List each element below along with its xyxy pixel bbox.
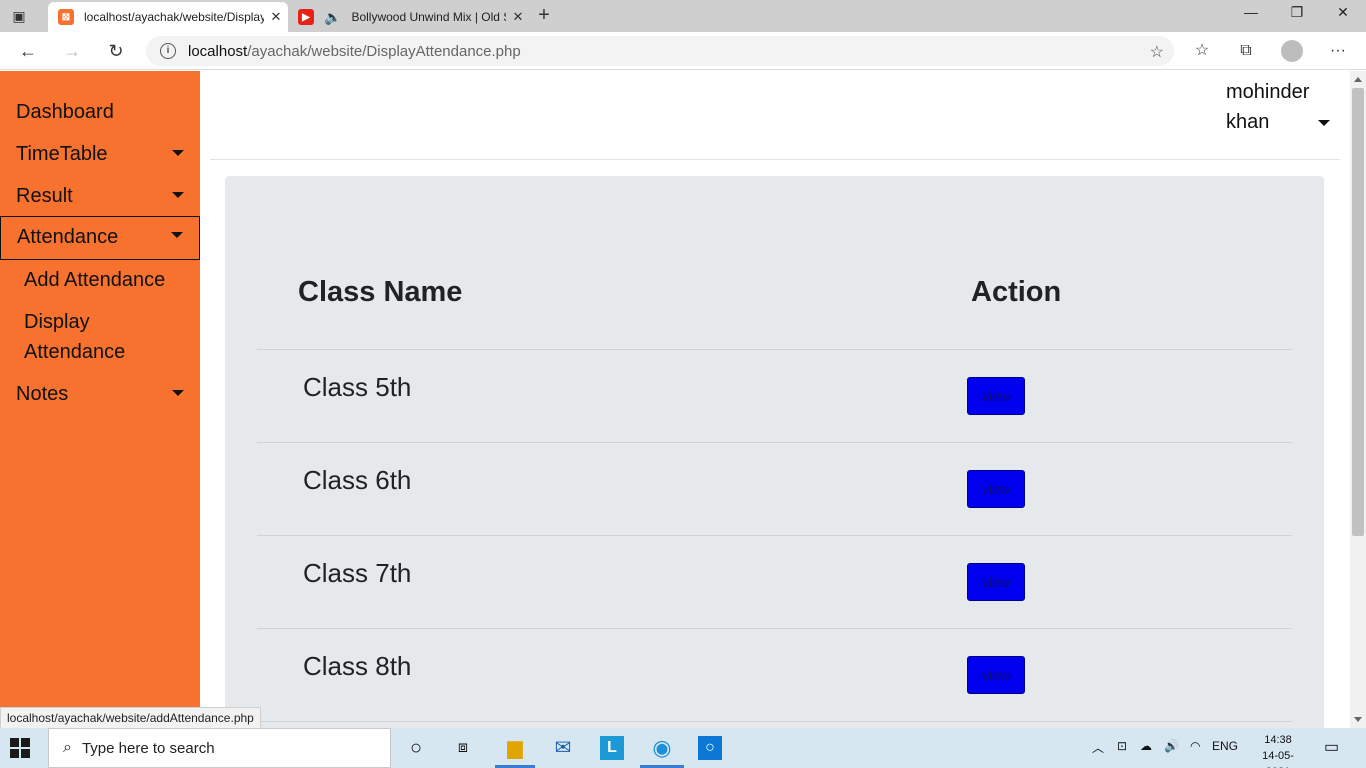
tab-title: localhost/ayachak/website/DisplayAttenda… bbox=[84, 10, 264, 24]
row-divider bbox=[257, 442, 1292, 443]
sidebar-subitem-display-attendance[interactable]: Display Attendance bbox=[24, 307, 144, 367]
mail-icon[interactable]: ✉ bbox=[549, 734, 577, 762]
onedrive-icon[interactable]: ☁ bbox=[1140, 739, 1152, 753]
page-content: Dashboard TimeTable Result Attendance Ad… bbox=[0, 71, 1350, 728]
scrollbar-thumb[interactable] bbox=[1352, 88, 1364, 536]
row-divider bbox=[257, 721, 1292, 722]
view-button[interactable]: view bbox=[967, 656, 1025, 694]
speaker-icon[interactable]: 🔈 bbox=[324, 9, 341, 26]
back-icon[interactable]: ← bbox=[14, 39, 42, 63]
user-menu[interactable]: mohinder khan bbox=[1226, 77, 1346, 137]
scroll-up-icon[interactable] bbox=[1354, 77, 1362, 82]
tab-title: Bollywood Unwind Mix | Old Songs bbox=[351, 10, 506, 24]
network-icon[interactable]: ◠ bbox=[1190, 739, 1200, 753]
user-first-name: mohinder bbox=[1226, 81, 1310, 103]
taskbar-search[interactable]: ⌕ Type here to search bbox=[48, 728, 391, 768]
volume-icon[interactable]: 🔊 bbox=[1164, 739, 1179, 753]
minimize-icon[interactable]: — bbox=[1228, 4, 1274, 26]
clock-time: 14:38 bbox=[1264, 734, 1292, 746]
sidebar-item-label: Result bbox=[16, 185, 73, 207]
class-name-cell: Class 6th bbox=[303, 465, 412, 495]
tab-display-attendance[interactable]: ⊠ localhost/ayachak/website/DisplayAtten… bbox=[48, 2, 288, 32]
close-window-icon[interactable]: ✕ bbox=[1320, 4, 1366, 26]
language-indicator[interactable]: ENG bbox=[1212, 739, 1238, 753]
sidebar-item-timetable[interactable]: TimeTable bbox=[0, 133, 200, 175]
l-app-icon[interactable]: L bbox=[600, 736, 624, 760]
caret-down-icon bbox=[171, 232, 183, 238]
notifications-icon[interactable]: ▭ bbox=[1324, 737, 1339, 757]
youtube-favicon-icon: ▶ bbox=[298, 9, 314, 25]
sidebar-item-notes[interactable]: Notes bbox=[0, 373, 200, 415]
row-divider bbox=[257, 349, 1292, 350]
caret-down-icon bbox=[1318, 120, 1330, 126]
url-host: localhost bbox=[188, 42, 248, 60]
sidebar-item-label: TimeTable bbox=[16, 143, 108, 165]
header-action: Action bbox=[971, 276, 1062, 308]
sidebar-item-label: Notes bbox=[16, 383, 69, 405]
edge-browser-icon[interactable]: ◉ bbox=[648, 734, 676, 762]
search-placeholder: Type here to search bbox=[81, 739, 215, 757]
tab-close-icon[interactable]: ✕ bbox=[264, 9, 288, 25]
meet-now-icon[interactable]: ⊡ bbox=[1117, 739, 1127, 753]
add-favorite-icon[interactable]: ☆ bbox=[1150, 42, 1164, 62]
view-button[interactable]: view bbox=[967, 563, 1025, 601]
tab-youtube[interactable]: ▶ 🔈 Bollywood Unwind Mix | Old Songs ✕ bbox=[290, 2, 530, 32]
caret-down-icon bbox=[172, 192, 184, 198]
caret-down-icon bbox=[172, 150, 184, 156]
search-icon: ⌕ bbox=[63, 739, 72, 756]
maximize-icon[interactable]: ❐ bbox=[1274, 4, 1320, 26]
profile-avatar[interactable] bbox=[1281, 40, 1303, 62]
show-hidden-icons-icon[interactable]: ︿ bbox=[1092, 739, 1104, 756]
collections-icon[interactable]: ⧉ bbox=[1233, 40, 1259, 62]
app-icon[interactable]: ○ bbox=[698, 736, 722, 760]
row-divider bbox=[257, 628, 1292, 629]
page-scrollbar[interactable] bbox=[1350, 71, 1366, 728]
sidebar-item-dashboard[interactable]: Dashboard bbox=[0, 91, 200, 133]
sidebar-item-result[interactable]: Result bbox=[0, 175, 200, 217]
browser-tab-bar: ▣ ⊠ localhost/ayachak/website/DisplayAtt… bbox=[0, 0, 1366, 32]
windows-taskbar: ⌕ Type here to search ○ ⧈ ▆ ✉ L ◉ ○ ︿ ⊡ … bbox=[0, 728, 1366, 768]
sidebar-subitem-add-attendance[interactable]: Add Attendance bbox=[24, 265, 194, 295]
row-divider bbox=[257, 535, 1292, 536]
attendance-card: Class Name Action Class 5th view Class 6… bbox=[225, 176, 1324, 728]
browser-toolbar: ← → ↻ i localhost /ayachak/website/Displ… bbox=[0, 32, 1366, 70]
caret-down-icon bbox=[172, 390, 184, 396]
forward-icon[interactable]: → bbox=[58, 39, 86, 63]
site-info-icon[interactable]: i bbox=[160, 43, 176, 59]
scroll-down-icon[interactable] bbox=[1354, 717, 1362, 722]
file-explorer-icon[interactable]: ▆ bbox=[501, 734, 529, 762]
xampp-favicon-icon: ⊠ bbox=[58, 9, 74, 25]
class-name-cell: Class 8th bbox=[303, 651, 412, 681]
sidebar-item-attendance[interactable]: Attendance bbox=[0, 216, 200, 260]
sidebar-item-label: Attendance bbox=[17, 226, 119, 248]
sidebar-item-label: Dashboard bbox=[16, 101, 114, 123]
refresh-icon[interactable]: ↻ bbox=[102, 39, 130, 63]
header-divider bbox=[210, 159, 1340, 160]
tab-close-icon[interactable]: ✕ bbox=[506, 9, 530, 25]
link-status-bar: localhost/ayachak/website/addAttendance.… bbox=[0, 707, 261, 729]
tab-actions-icon[interactable]: ▣ bbox=[10, 7, 28, 25]
class-name-cell: Class 5th bbox=[303, 372, 412, 402]
taskbar-clock[interactable]: 14:38 14-05-2021 bbox=[1254, 732, 1302, 768]
view-button[interactable]: view bbox=[967, 470, 1025, 508]
class-name-cell: Class 7th bbox=[303, 558, 412, 588]
favorites-icon[interactable]: ☆ bbox=[1189, 40, 1215, 62]
new-tab-icon[interactable]: + bbox=[532, 5, 556, 27]
settings-more-icon[interactable]: ··· bbox=[1325, 40, 1351, 62]
address-bar[interactable]: i localhost /ayachak/website/DisplayAtte… bbox=[146, 36, 1174, 66]
view-button[interactable]: view bbox=[967, 377, 1025, 415]
header-class-name: Class Name bbox=[298, 276, 463, 308]
cortana-icon[interactable]: ○ bbox=[402, 734, 430, 762]
url-path: /ayachak/website/DisplayAttendance.php bbox=[247, 42, 521, 60]
clock-date: 14-05-2021 bbox=[1262, 750, 1294, 768]
windows-start-icon[interactable] bbox=[10, 738, 30, 758]
sidebar: Dashboard TimeTable Result Attendance Ad… bbox=[0, 71, 200, 728]
task-view-icon[interactable]: ⧈ bbox=[449, 734, 477, 762]
